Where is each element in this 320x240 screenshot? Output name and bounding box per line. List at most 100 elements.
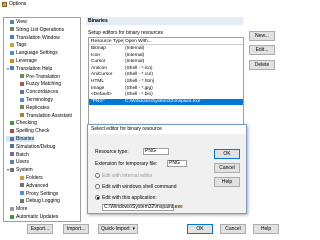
column-resource-type[interactable]: Resource Type	[91, 38, 123, 45]
column-open-with[interactable]: Open With...	[125, 38, 152, 45]
internal-editor-radio[interactable]	[95, 173, 100, 178]
table-row[interactable]: <Default> (Shell - *.bin)	[89, 92, 243, 98]
category-icon	[20, 97, 24, 102]
category-icon	[20, 81, 24, 86]
open-with-cell: (Internal)	[125, 52, 145, 58]
export-button[interactable]: Export...	[27, 224, 53, 234]
tree-item[interactable]: Concordances	[16, 89, 58, 95]
tree-item[interactable]: Users	[6, 159, 29, 165]
table-row[interactable]: Image (Shell - *.jpg)	[89, 85, 243, 92]
tree-item[interactable]: Debug Logging	[16, 198, 60, 204]
tree-item-label: Simulation/Debug	[16, 143, 56, 150]
tree-item[interactable]: ▾ Translation Help	[6, 66, 52, 72]
tree-item[interactable]: Translation Assistant	[16, 113, 72, 119]
tree-item[interactable]: Terminology	[16, 97, 53, 103]
dialog-help-button[interactable]: Help	[214, 177, 240, 187]
quick-import-label: Quick-Import	[101, 226, 130, 232]
tree-item[interactable]: Replicates	[16, 105, 49, 111]
tree-item-label: Concordances	[26, 89, 59, 96]
tree-item[interactable]: Advanced	[16, 183, 48, 189]
dialog-cancel-button[interactable]: Cancel	[214, 163, 240, 173]
tree-item-label: Translation Help	[16, 65, 53, 72]
tree-item[interactable]: Simulation/Debug	[6, 144, 55, 150]
open-with-cell: (Shell - *.ico)	[125, 65, 153, 71]
application-path-field[interactable]: C:\Windows\System32\mspaint.exe	[102, 204, 183, 211]
app-icon	[2, 2, 7, 7]
quick-import-button[interactable]: Quick-Import ▾	[98, 224, 138, 234]
cancel-button[interactable]: Cancel	[220, 224, 246, 234]
shell-command-radio[interactable]	[95, 184, 100, 189]
category-icon	[10, 167, 14, 172]
tree-item-label: Leverage	[16, 58, 37, 64]
tree-item-label: Translation Window	[16, 34, 60, 41]
tree-item-label: Checking	[16, 120, 37, 127]
table-row[interactable]: "PNG" C:\Windows\System32\mspaint.exe	[89, 98, 243, 105]
ok-button[interactable]: OK	[187, 224, 213, 234]
tree-item[interactable]: Leverage	[6, 58, 37, 64]
category-icon	[10, 58, 14, 63]
options-category-tree[interactable]: View String List Operations Translation Wi…	[3, 17, 81, 222]
table-row[interactable]: HTML (Shell - *.htm)	[89, 79, 243, 85]
category-icon	[20, 74, 24, 79]
tree-item[interactable]: Checking	[6, 120, 37, 126]
table-row[interactable]: Bitmap (Internal)	[89, 46, 243, 52]
category-icon	[20, 175, 24, 180]
category-icon	[20, 113, 24, 118]
table-row[interactable]: AniIcon (Shell - *.ico)	[89, 65, 243, 72]
tree-item[interactable]: View	[6, 19, 27, 25]
open-with-cell: (Shell - *.htm)	[125, 79, 155, 84]
table-row[interactable]: Icon (Internal)	[89, 52, 243, 59]
category-icon	[10, 42, 14, 47]
category-icon	[10, 159, 14, 164]
category-icon	[10, 206, 14, 211]
browse-folder-icon[interactable]: ▲	[177, 204, 183, 210]
edit-button[interactable]: Edit...	[249, 45, 275, 55]
binary-editors-list[interactable]: Resource Type Open With... Bitmap (Intern…	[88, 37, 244, 132]
category-icon	[10, 35, 14, 40]
delete-button[interactable]: Delete	[249, 60, 275, 70]
tree-item[interactable]: More	[6, 206, 27, 212]
tree-item[interactable]: ▾ System	[6, 167, 33, 173]
category-icon	[10, 27, 14, 32]
resource-type-label: Resource type:	[95, 149, 129, 155]
tree-item[interactable]: Batch	[6, 152, 29, 158]
section-subtitle: Setup editors for binary resources	[88, 30, 164, 36]
column-separator[interactable]	[123, 38, 124, 45]
tree-item[interactable]: Translation Window	[6, 35, 60, 41]
title-bar: Options	[0, 0, 291, 9]
select-editor-dialog: Select editor for binary resource Resour…	[87, 124, 247, 214]
tree-item[interactable]: Fuzzy Matching	[16, 81, 61, 87]
tree-item[interactable]: String List Operations	[6, 27, 64, 33]
open-with-cell: (Internal)	[125, 46, 145, 51]
category-icon	[20, 191, 24, 196]
tree-item[interactable]: Spelling Check	[6, 128, 49, 134]
new-button[interactable]: New...	[249, 31, 275, 41]
table-row[interactable]: AniCursor (Shell - *.cur)	[89, 72, 243, 78]
category-icon	[10, 120, 14, 125]
tree-item[interactable]: Folders	[16, 175, 43, 181]
application-radio[interactable]	[95, 195, 100, 200]
dialog-ok-button[interactable]: OK	[214, 149, 240, 159]
tree-item-label: Translation Assistant	[26, 112, 72, 119]
internal-editor-label: Edit with internal editor	[102, 173, 153, 179]
tree-item[interactable]: Tags	[6, 42, 27, 48]
tree-item[interactable]: Automatic Updates	[6, 214, 58, 220]
extension-field[interactable]: PNG	[167, 160, 187, 167]
table-row[interactable]: Cursor (Internal)	[89, 59, 243, 65]
help-button[interactable]: Help	[253, 224, 279, 234]
list-header: Resource Type Open With...	[89, 38, 243, 45]
tree-item-label: Batch	[16, 151, 29, 158]
tree-item-label: Proxy Settings	[26, 190, 59, 197]
tree-item[interactable]: Pre-Translation	[16, 74, 60, 80]
resource-type-cell: Image	[91, 85, 105, 91]
category-icon	[10, 152, 14, 157]
tree-item-label: Language Settings	[16, 50, 58, 57]
resource-type-field[interactable]: PNG	[143, 148, 169, 155]
tree-item[interactable]: Language Settings	[6, 50, 58, 56]
tree-item[interactable]: Binaries	[6, 136, 35, 142]
section-title: Binaries	[86, 17, 243, 25]
tree-item[interactable]: Proxy Settings	[16, 191, 58, 197]
import-button[interactable]: Import...	[63, 224, 89, 234]
application-label: Edit with this application:	[102, 195, 157, 201]
resource-type-cell: <Default>	[91, 92, 112, 98]
